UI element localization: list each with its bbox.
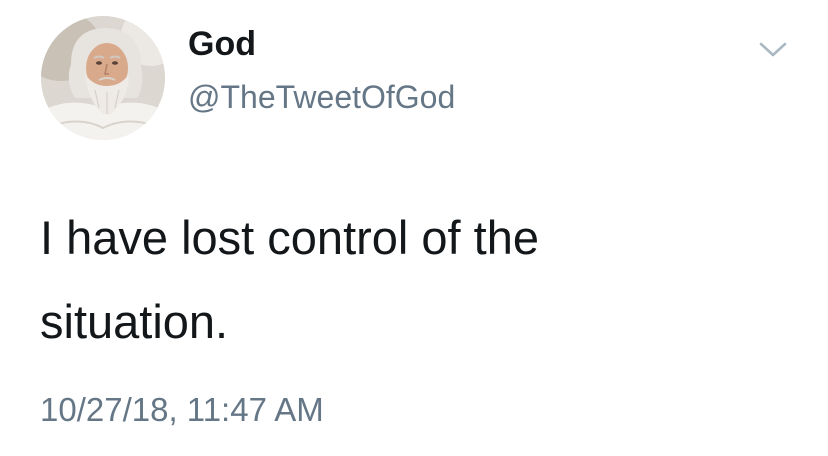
display-name[interactable]: God	[188, 24, 256, 64]
avatar-portrait	[41, 16, 165, 140]
tweet-timestamp[interactable]: 10/27/18, 11:47 AM	[40, 388, 324, 432]
user-handle[interactable]: @TheTweetOfGod	[188, 77, 455, 117]
chevron-down-icon[interactable]	[755, 38, 791, 62]
tweet-text: I have lost control of the situation.	[40, 211, 540, 348]
avatar[interactable]	[41, 16, 165, 140]
tweet-card: God @TheTweetOfGod I have lost control o…	[0, 0, 828, 456]
